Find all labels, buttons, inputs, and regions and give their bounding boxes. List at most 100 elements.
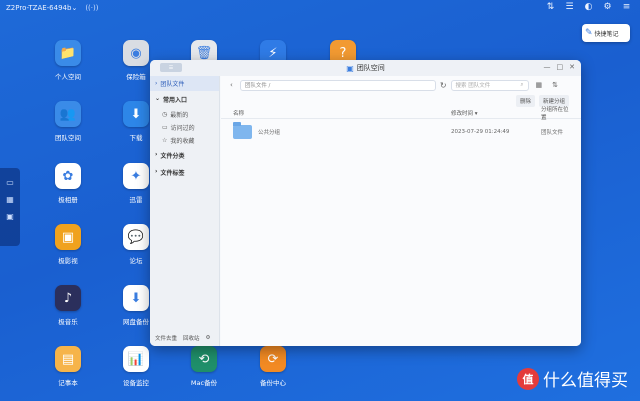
safe-icon: ◉ xyxy=(123,40,149,66)
team-folder-icon: 👥 xyxy=(55,101,81,127)
recycle-bin-link[interactable]: 回收站 xyxy=(183,334,200,342)
desktop-app-label: 极音乐 xyxy=(58,318,78,326)
sidebar-item-team-files[interactable]: › 团队文件 xyxy=(150,76,219,91)
sidebar-label: 最新的 xyxy=(170,112,189,119)
chevron-right-icon: › xyxy=(155,168,158,175)
watermark-text: 什么值得买 xyxy=(543,371,628,391)
desktop-app-team-folder-icon[interactable]: 👥 团队空间 xyxy=(42,101,94,142)
search-icon: ⌕ xyxy=(520,81,524,88)
device-name[interactable]: Z2Pro-TZAE-6494b xyxy=(6,4,71,12)
sidebar-item-favorites[interactable]: ☆ 我的收藏 xyxy=(150,134,219,147)
notes-icon: ▤ xyxy=(55,346,81,372)
user-icon[interactable]: ◐ xyxy=(583,2,594,12)
dedupe-link[interactable]: 文件去重 xyxy=(155,334,177,342)
photos-icon: ✿ xyxy=(55,163,81,189)
left-dock: ▭ ▦ ▣ xyxy=(0,168,20,246)
desktop-app-photos-icon[interactable]: ✿ 极相册 xyxy=(42,163,94,204)
music-icon: ♪ xyxy=(55,285,81,311)
top-status-bar: Z2Pro-TZAE-6494b ⌄ ((·)) ⇅ ☰ ◐ ⚙ ≡ xyxy=(0,0,640,16)
desktop-app-label: 极影视 xyxy=(58,257,78,265)
path-text: 团队文件 / xyxy=(244,83,271,89)
sidebar-group-category[interactable]: › 文件分类 xyxy=(150,147,219,164)
sidebar-footer: 文件去重 回收站 ⚙ xyxy=(155,334,214,342)
desktop-app-label: 个人空间 xyxy=(55,73,81,81)
gear-icon[interactable]: ⚙ xyxy=(206,335,211,341)
quick-note-label: 快捷笔记 xyxy=(594,30,619,38)
sidebar-label: 文件标签 xyxy=(160,170,185,177)
desktop-app-monitor-icon[interactable]: 📊 设备监控 xyxy=(110,346,162,387)
column-name[interactable]: 名称 xyxy=(233,109,451,117)
desktop-app-notes-icon[interactable]: ▤ 记事本 xyxy=(42,346,94,387)
column-location[interactable]: 分组所在位置 xyxy=(541,105,569,121)
cloud-backup-icon: ⬇ xyxy=(123,285,149,311)
window-controls: — □ ✕ xyxy=(544,63,576,71)
sidebar-label: 我的收藏 xyxy=(170,138,195,145)
sort-icon[interactable]: ⇅ xyxy=(549,81,561,89)
chevron-right-icon: › xyxy=(155,80,158,87)
desktop-app-label: 极相册 xyxy=(58,196,78,204)
note-icon: ✎ xyxy=(585,28,593,38)
desktop-app-folder-icon[interactable]: 📁 个人空间 xyxy=(42,40,94,81)
quick-note-button[interactable]: ✎ 快捷笔记 xyxy=(582,24,630,42)
mac-backup-icon: ⟲ xyxy=(191,346,217,372)
sidebar-group-tags[interactable]: › 文件标签 xyxy=(150,164,219,181)
forum-icon: 💬 xyxy=(123,224,149,250)
refresh-icon[interactable]: ↻ xyxy=(440,81,447,90)
window-title: ▣ 团队空间 xyxy=(346,63,385,73)
folder-shortcut-icon[interactable]: ▣ xyxy=(6,212,14,221)
sidebar-group-common[interactable]: ⌄ 常用入口 xyxy=(150,91,219,108)
download-icon: ⬇ xyxy=(123,101,149,127)
monitor-icon: 📊 xyxy=(123,346,149,372)
list-icon[interactable]: ☰ xyxy=(564,2,575,12)
view-mode-icon[interactable]: ▦ xyxy=(533,81,546,89)
close-icon[interactable]: ✕ xyxy=(569,63,575,71)
desktop-app-label: 设备监控 xyxy=(123,379,149,387)
action-bar: 删除 新建分组 xyxy=(221,94,581,108)
system-tray: ⇅ ☰ ◐ ⚙ ≡ xyxy=(545,2,632,12)
team-space-window: ☰ ▣ 团队空间 — □ ✕ › 团队文件 ⌄ 常用入口 ◷ 最新的 ▭ 访问过… xyxy=(150,60,581,346)
menu-icon[interactable]: ≡ xyxy=(621,2,632,12)
sidebar-label: 团队文件 xyxy=(160,81,185,88)
settings-icon[interactable]: ⚙ xyxy=(602,2,613,12)
sidebar-label: 常用入口 xyxy=(163,97,188,104)
path-bar[interactable]: 团队文件 / xyxy=(239,79,436,91)
chevron-down-icon: ⌄ xyxy=(155,95,161,102)
search-input[interactable]: 搜索 团队文件 ⌕ xyxy=(450,79,529,91)
desktop-icon[interactable]: ▭ xyxy=(6,178,14,187)
folder-icon: 📁 xyxy=(55,40,81,66)
titlebar-chip: ☰ xyxy=(160,63,182,72)
desktop-app-label: Mac备份 xyxy=(190,379,218,387)
desktop-app-label: 记事本 xyxy=(58,379,78,387)
chevron-right-icon: › xyxy=(155,151,158,158)
minimize-icon[interactable]: — xyxy=(544,63,551,71)
delete-button[interactable]: 删除 xyxy=(515,95,535,107)
row-date: 2023-07-29 01:24:49 xyxy=(451,129,510,135)
wifi-icon: ((·)) xyxy=(85,4,99,12)
upload-icon[interactable]: ⇅ xyxy=(545,2,556,12)
desktop-app-mac-backup-icon[interactable]: ⟲ Mac备份 xyxy=(178,346,230,387)
row-location: 团队文件 xyxy=(541,130,564,136)
toolbar: ‹ 团队文件 / ↻ 搜索 团队文件 ⌕ ▦ ⇅ xyxy=(221,76,581,94)
device-caret[interactable]: ⌄ xyxy=(71,4,77,12)
desktop-app-backup-center-icon[interactable]: ⟳ 备份中心 xyxy=(247,346,299,387)
sidebar-item-visited[interactable]: ▭ 访问过的 xyxy=(150,121,219,134)
grid-icon[interactable]: ▦ xyxy=(6,195,14,204)
table-row[interactable]: 公共分组 2023-07-29 01:24:49 团队文件 xyxy=(221,119,581,145)
watermark-logo: 值 xyxy=(517,367,539,390)
window-titlebar[interactable]: ☰ ▣ 团队空间 — □ ✕ xyxy=(150,60,581,76)
history-icon: ▭ xyxy=(162,124,168,131)
column-date[interactable]: 修改时间 ▾ xyxy=(451,109,541,117)
sidebar-item-recent[interactable]: ◷ 最新的 xyxy=(150,108,219,121)
desktop-app-music-icon[interactable]: ♪ 极音乐 xyxy=(42,285,94,326)
desktop-app-video-icon[interactable]: ▣ 极影视 xyxy=(42,224,94,265)
maximize-icon[interactable]: □ xyxy=(557,63,564,71)
window-main: ‹ 团队文件 / ↻ 搜索 团队文件 ⌕ ▦ ⇅ 删除 新建分组 名称 修改时间… xyxy=(221,76,581,346)
row-name: 公共分组 xyxy=(258,130,281,136)
window-sidebar: › 团队文件 ⌄ 常用入口 ◷ 最新的 ▭ 访问过的 ☆ 我的收藏 › 文件分类… xyxy=(150,76,220,346)
back-icon[interactable]: ‹ xyxy=(227,81,236,89)
search-placeholder: 搜索 团队文件 xyxy=(455,83,491,89)
sidebar-label: 文件分类 xyxy=(160,153,185,160)
window-title-text: 团队空间 xyxy=(356,64,385,72)
team-folder-icon: ▣ xyxy=(346,63,354,73)
desktop-app-label: 备份中心 xyxy=(260,379,286,387)
